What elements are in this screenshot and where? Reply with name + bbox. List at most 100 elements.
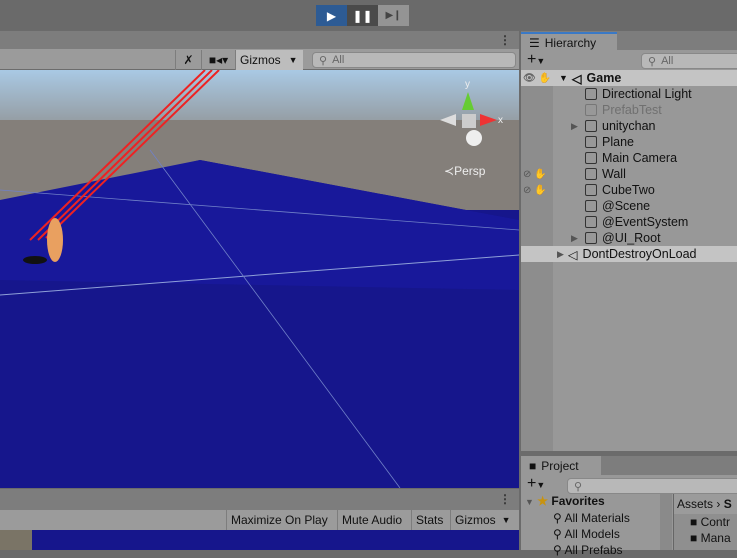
- hierarchy-search-input[interactable]: ⚲ All: [641, 53, 737, 69]
- hierarchy-item[interactable]: ▶ unitychan: [521, 118, 737, 134]
- more-menu-icon[interactable]: ⋮: [499, 492, 511, 506]
- list-icon: ☰: [529, 35, 540, 50]
- stats-button[interactable]: Stats: [411, 510, 447, 530]
- expand-arrow-icon[interactable]: ▼: [559, 73, 568, 83]
- favorite-item[interactable]: ⚲ All Materials: [553, 510, 630, 526]
- favorites-header[interactable]: ▼ ★ Favorites: [525, 494, 605, 508]
- hierarchy-item[interactable]: Directional Light: [521, 86, 737, 102]
- folder-label: Mana: [700, 531, 731, 545]
- favorite-item[interactable]: ⚲ All Prefabs: [553, 542, 630, 558]
- camera-icon[interactable]: ■◂▾: [201, 50, 235, 70]
- favorites-list: ⚲ All Materials ⚲ All Models ⚲ All Prefa…: [553, 510, 630, 558]
- persp-label[interactable]: ≺Persp: [444, 164, 485, 178]
- gizmos-dropdown[interactable]: Gizmos ▼: [450, 510, 515, 530]
- scene-row-ddol[interactable]: ▶ ◁ DontDestroyOnLoad: [521, 246, 737, 262]
- row-label: @UI_Root: [602, 231, 661, 245]
- gameobject-cube-icon: [585, 152, 597, 164]
- hierarchy-item[interactable]: Plane: [521, 134, 737, 150]
- gameobject-cube-icon: [585, 168, 597, 180]
- hierarchy-item[interactable]: PrefabTest: [521, 102, 737, 118]
- mute-audio-button[interactable]: Mute Audio: [337, 510, 406, 530]
- expand-arrow-icon: ▼: [525, 497, 534, 507]
- expand-arrow-icon[interactable]: ▶: [571, 233, 585, 244]
- hidden-eye-icon[interactable]: ⊘ ✋: [521, 185, 557, 196]
- add-button[interactable]: +▼: [527, 51, 545, 69]
- hierarchy-item[interactable]: Main Camera: [521, 150, 737, 166]
- breadcrumb-item[interactable]: Assets: [677, 497, 713, 511]
- project-title: Project: [541, 458, 579, 473]
- scene-view[interactable]: y x ≺Persp: [0, 70, 519, 488]
- hierarchy-item[interactable]: @EventSystem: [521, 214, 737, 230]
- item-label: All Models: [564, 527, 620, 541]
- search-placeholder: All: [332, 54, 345, 66]
- tab-hierarchy[interactable]: ☰ Hierarchy: [521, 32, 617, 51]
- gameobject-cube-icon: [585, 184, 597, 196]
- breadcrumb-item[interactable]: S: [724, 497, 732, 511]
- gameobject-cube-icon: [585, 88, 597, 100]
- scene-tab-bar: ⋮: [0, 31, 519, 49]
- axis-y-label: y: [465, 79, 470, 90]
- gizmos-label: Gizmos: [455, 513, 496, 527]
- game-view[interactable]: [0, 530, 519, 550]
- game-tab-bar: ⋮: [0, 489, 519, 510]
- gameobject-cube-icon: [585, 232, 597, 244]
- item-label: All Prefabs: [564, 543, 623, 557]
- hierarchy-title: Hierarchy: [544, 35, 597, 50]
- chevron-down-icon: ▼: [501, 515, 511, 525]
- game-object: [0, 530, 32, 550]
- favorite-item[interactable]: ⚲ All Models: [553, 526, 630, 542]
- expand-arrow-icon[interactable]: ▶: [571, 121, 585, 132]
- row-label: @EventSystem: [602, 215, 689, 229]
- unity-scene-icon: ◁: [571, 71, 582, 86]
- scene-row-game[interactable]: 👁 ✋ ▼ ◁ Game: [521, 70, 737, 86]
- row-label: CubeTwo: [602, 183, 655, 197]
- row-label: Directional Light: [602, 87, 692, 101]
- item-label: All Materials: [564, 511, 630, 525]
- search-icon: ⚲: [319, 54, 328, 67]
- project-panel: ■ Project +▼ ⚲ ▼ ★ Favorites ⚲ All Materi…: [521, 456, 737, 557]
- gameobject-cube-icon: [585, 216, 597, 228]
- add-button[interactable]: +▼: [527, 475, 545, 493]
- maximize-on-play-button[interactable]: Maximize On Play: [226, 510, 332, 530]
- hierarchy-item[interactable]: ⊘ ✋ CubeTwo: [521, 182, 737, 198]
- row-label: Game: [586, 71, 622, 85]
- scene-toolbar: ✗ ■◂▾ Gizmos ▼ ⚲ All: [0, 49, 519, 70]
- scene-canvas: y x: [0, 70, 519, 488]
- project-search-input[interactable]: ⚲: [567, 478, 737, 494]
- folder-item[interactable]: ■ Contr: [690, 514, 737, 530]
- hierarchy-item[interactable]: ▶ @UI_Root: [521, 230, 737, 246]
- scrollbar[interactable]: [660, 494, 672, 550]
- pause-button[interactable]: ❚❚: [347, 5, 378, 26]
- row-label: @Scene: [602, 199, 651, 213]
- star-icon: ★: [537, 494, 549, 508]
- gizmos-dropdown[interactable]: Gizmos ▼: [235, 50, 303, 70]
- unity-scene-icon: ◁: [567, 247, 578, 262]
- folder-item[interactable]: ■ Mana: [690, 530, 737, 546]
- expand-arrow-icon[interactable]: ▶: [557, 249, 564, 260]
- row-label: unitychan: [602, 119, 656, 133]
- hidden-eye-icon[interactable]: ⊘ ✋: [521, 169, 557, 180]
- search-placeholder: All: [661, 55, 674, 67]
- play-button[interactable]: ▶: [316, 5, 347, 26]
- more-menu-icon[interactable]: ⋮: [499, 33, 511, 47]
- tab-project[interactable]: ■ Project: [521, 456, 601, 475]
- gameobject-cube-icon: [585, 120, 597, 132]
- gizmos-label: Gizmos: [240, 53, 281, 67]
- step-button[interactable]: ▶❙: [378, 5, 409, 26]
- row-label: DontDestroyOnLoad: [582, 247, 697, 261]
- search-icon: ⚲: [648, 55, 657, 68]
- favorites-label: Favorites: [551, 494, 605, 508]
- row-label: Wall: [602, 167, 626, 181]
- hierarchy-item[interactable]: ⊘ ✋ Wall: [521, 166, 737, 182]
- axis-x-label: x: [498, 115, 503, 126]
- row-label: PrefabTest: [602, 103, 662, 117]
- visibility-icon[interactable]: 👁 ✋: [521, 73, 559, 84]
- game-toolbar: Maximize On Play Mute Audio Stats Gizmos…: [0, 510, 519, 530]
- search-icon: ⚲: [574, 480, 583, 493]
- persp-icon: ≺: [444, 164, 455, 178]
- folder-icon: ■: [529, 458, 537, 473]
- scene-search-input[interactable]: ⚲ All: [312, 52, 516, 68]
- hierarchy-item[interactable]: @Scene: [521, 198, 737, 214]
- breadcrumb: Assets › S: [674, 494, 737, 514]
- tools-icon[interactable]: ✗: [175, 50, 201, 70]
